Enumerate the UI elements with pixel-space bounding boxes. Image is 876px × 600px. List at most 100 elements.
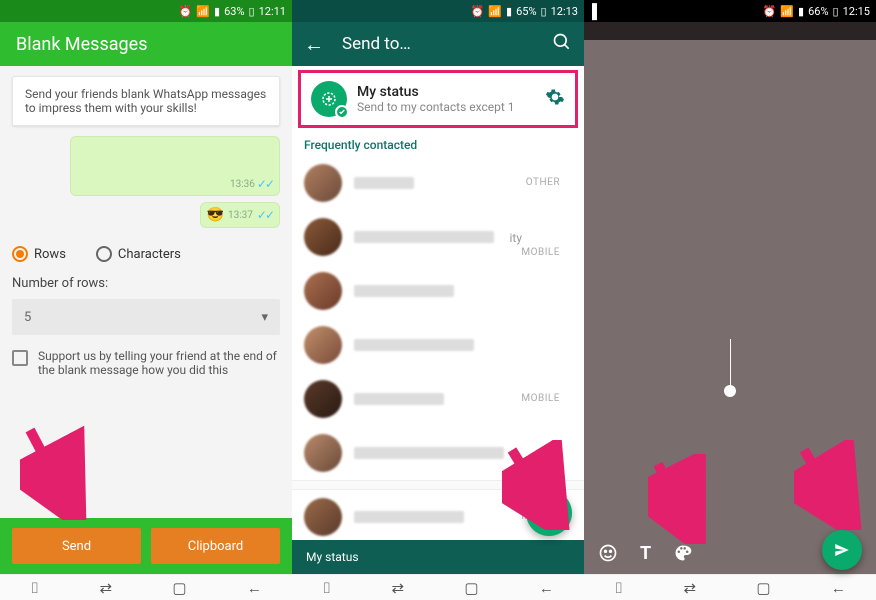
contact-row[interactable]	[292, 426, 584, 480]
read-ticks-icon: ✓✓	[257, 177, 273, 191]
my-status-row[interactable]: My status Send to my contacts except 1	[298, 70, 578, 128]
contact-row[interactable]: MOBILE	[292, 372, 584, 426]
selection-bar: My status	[292, 540, 584, 574]
status-subtitle: Send to my contacts except 1	[357, 100, 535, 114]
alarm-icon: ⏰	[763, 5, 777, 18]
caret-down-icon: ▾	[261, 310, 268, 325]
contact-type: MOBILE	[521, 393, 560, 404]
status-bar: ▌ ⏰ 📶 ▮ 66% ▯ 12:15	[584, 0, 876, 22]
radio-chars-label: Characters	[118, 247, 181, 262]
text-font-icon[interactable]: T	[640, 543, 651, 564]
radio-dot-icon	[96, 246, 112, 262]
battery-text: 66%	[808, 5, 828, 18]
task-switch-icon[interactable]: ⇄	[683, 579, 696, 597]
recent-apps-icon[interactable]: ⌷	[30, 579, 39, 597]
contact-row[interactable]: OTHER	[292, 156, 584, 210]
status-bar: ⏰ 📶 ▮ 65% ▯ 12:13	[292, 0, 584, 22]
send-status-fab[interactable]	[822, 530, 862, 570]
home-icon[interactable]: ▢	[172, 579, 186, 597]
contacts-list[interactable]: OTHER ity MOBILE	[292, 156, 584, 540]
rows-label: Number of rows:	[12, 276, 280, 291]
android-navbar: ⌷ ⇄ ▢ ←	[292, 574, 584, 600]
cursor-handle-icon[interactable]	[724, 385, 736, 397]
text-cursor-icon	[730, 339, 731, 389]
recent-apps-icon[interactable]: ⌷	[322, 579, 331, 597]
contact-type: MOBILE	[521, 247, 560, 258]
task-switch-icon[interactable]: ⇄	[99, 579, 112, 597]
contact-sub: ity	[509, 231, 522, 245]
support-text: Support us by telling your friend at the…	[38, 349, 280, 377]
blank-bubble-1: 13:36 ✓✓	[70, 136, 280, 196]
editor-toolbar: T	[584, 532, 876, 574]
back-icon[interactable]: ←	[539, 579, 554, 597]
alarm-icon: ⏰	[471, 5, 485, 18]
gear-icon[interactable]	[545, 87, 565, 111]
avatar	[304, 326, 342, 364]
back-icon[interactable]: ←	[831, 579, 846, 597]
app-title: Blank Messages	[16, 34, 147, 55]
contact-row[interactable]	[292, 318, 584, 372]
status-bar: ⏰ 📶 ▮ 63% ▯ 12:11	[0, 0, 292, 22]
radio-rows[interactable]: Rows	[12, 246, 66, 262]
palette-icon[interactable]	[673, 543, 693, 563]
contact-row[interactable]: ity MOBILE	[292, 210, 584, 264]
app-bar: ← Send to…	[292, 22, 584, 66]
avatar	[304, 498, 342, 536]
home-icon[interactable]: ▢	[756, 579, 770, 597]
screen-body: Send your friends blank WhatsApp message…	[0, 66, 292, 574]
panel-blank-messages: ⏰ 📶 ▮ 63% ▯ 12:11 Blank Messages Send yo…	[0, 0, 292, 600]
selection-text: My status	[306, 550, 359, 564]
mode-radios: Rows Characters	[12, 246, 280, 262]
signal-icon: ▮	[798, 5, 804, 18]
back-arrow-icon[interactable]: ←	[304, 32, 324, 57]
android-navbar: ⌷ ⇄ ▢ ←	[584, 574, 876, 600]
task-switch-icon[interactable]: ⇄	[391, 579, 404, 597]
recent-apps-icon[interactable]: ⌷	[614, 579, 623, 597]
status-title: My status	[357, 84, 535, 100]
read-ticks-icon: ✓✓	[257, 208, 273, 222]
home-icon[interactable]: ▢	[464, 579, 478, 597]
wifi-icon: 📶	[196, 5, 210, 18]
clipboard-button[interactable]: Clipboard	[151, 528, 280, 564]
panel-send-to: ⏰ 📶 ▮ 65% ▯ 12:13 ← Send to… My status	[292, 0, 584, 600]
avatar	[304, 218, 342, 256]
contact-type: OTHER	[526, 177, 560, 188]
android-navbar: ⌷ ⇄ ▢ ←	[0, 574, 292, 600]
battery-icon: ▯	[541, 5, 547, 18]
back-icon[interactable]: ←	[247, 579, 262, 597]
clock-text: 12:13	[551, 5, 578, 18]
contact-name	[354, 393, 444, 405]
app-indicator-icon: ▌	[592, 3, 602, 20]
contact-name	[354, 339, 474, 351]
status-avatar-icon	[311, 81, 347, 117]
battery-text: 65%	[516, 5, 536, 18]
contact-row[interactable]	[292, 264, 584, 318]
support-checkbox-row[interactable]: Support us by telling your friend at the…	[12, 349, 280, 377]
info-card: Send your friends blank WhatsApp message…	[12, 76, 280, 126]
contact-name	[354, 231, 494, 243]
signal-icon: ▮	[506, 5, 512, 18]
send-button[interactable]: Send	[12, 528, 141, 564]
confirm-fab[interactable]	[526, 490, 572, 536]
app-bar: Blank Messages	[0, 22, 292, 66]
avatar	[304, 164, 342, 202]
battery-icon: ▯	[833, 5, 839, 18]
alarm-icon: ⏰	[179, 5, 193, 18]
rows-dropdown[interactable]: 5 ▾	[12, 299, 280, 335]
frequently-contacted-header: Frequently contacted	[292, 132, 584, 156]
wifi-icon: 📶	[780, 5, 794, 18]
sunglasses-emoji-icon: 😎	[207, 207, 224, 223]
clock-text: 12:11	[259, 5, 286, 18]
emoji-icon[interactable]	[598, 543, 618, 563]
radio-characters[interactable]: Characters	[96, 246, 181, 262]
clock-text: 12:15	[843, 5, 870, 18]
info-text: Send your friends blank WhatsApp message…	[25, 87, 266, 115]
radio-dot-icon	[12, 246, 28, 262]
checkbox-icon[interactable]	[12, 350, 28, 366]
wifi-icon: 📶	[488, 5, 502, 18]
search-icon[interactable]	[552, 32, 572, 57]
clipboard-label: Clipboard	[188, 539, 244, 554]
avatar	[304, 272, 342, 310]
status-text-input[interactable]: T	[584, 40, 876, 574]
contact-name	[354, 511, 464, 523]
